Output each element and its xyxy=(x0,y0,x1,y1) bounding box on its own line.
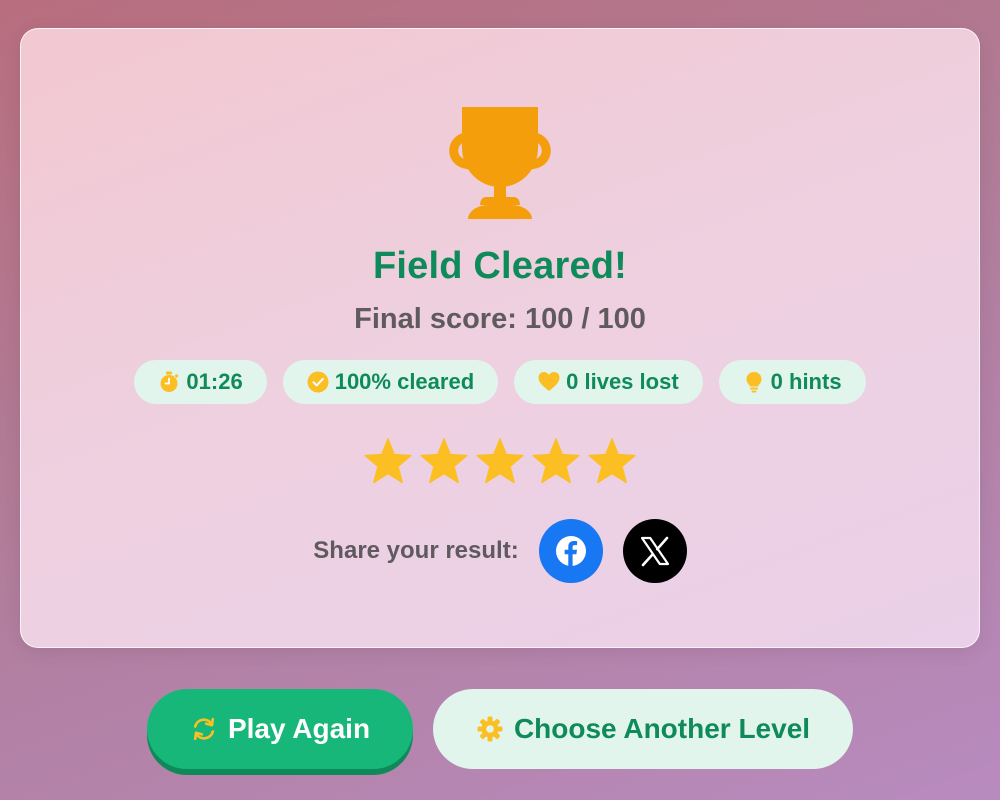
heart-icon xyxy=(538,372,560,391)
play-again-label: Play Again xyxy=(227,713,371,744)
trophy-icon xyxy=(449,107,551,219)
stopwatch-icon xyxy=(160,371,179,392)
facebook-share-button[interactable] xyxy=(538,519,603,583)
star-icon xyxy=(420,438,468,484)
star-icon xyxy=(476,438,524,484)
stat-lives-text: 0 lives lost xyxy=(566,369,679,394)
result-title: Field Cleared! xyxy=(372,245,628,287)
star-rating xyxy=(21,437,979,487)
gear-icon xyxy=(477,716,503,742)
final-score: Final score: 100 / 100 xyxy=(354,303,646,335)
result-card: Field Cleared! Final score: 100 / 100 01… xyxy=(20,28,980,648)
check-circle-icon xyxy=(307,371,329,393)
stat-time: 01:26 xyxy=(134,360,267,404)
stat-cleared: 100% cleared xyxy=(282,360,499,404)
star-icon xyxy=(588,438,636,484)
lightbulb-icon xyxy=(746,372,762,393)
x-icon xyxy=(640,536,669,567)
stat-hints: 0 hints xyxy=(718,360,866,404)
play-again-button[interactable]: Play Again xyxy=(147,689,413,769)
refresh-icon xyxy=(193,717,215,741)
choose-level-button[interactable]: Choose Another Level xyxy=(433,689,853,769)
stat-lives: 0 lives lost xyxy=(514,360,703,404)
star-icon xyxy=(364,438,412,484)
share-row: Share your result: xyxy=(21,519,979,583)
stat-time-text: 01:26 xyxy=(186,369,243,394)
x-share-button[interactable] xyxy=(622,519,687,583)
share-label: Share your result: xyxy=(313,537,519,564)
stat-cleared-text: 100% cleared xyxy=(334,369,475,394)
facebook-icon xyxy=(555,536,586,566)
stats-row: 01:26 100% cleared 0 lives lost 0 hints xyxy=(21,360,979,404)
star-icon xyxy=(532,438,580,484)
choose-level-label: Choose Another Level xyxy=(513,713,811,744)
stat-hints-text: 0 hints xyxy=(770,369,842,394)
